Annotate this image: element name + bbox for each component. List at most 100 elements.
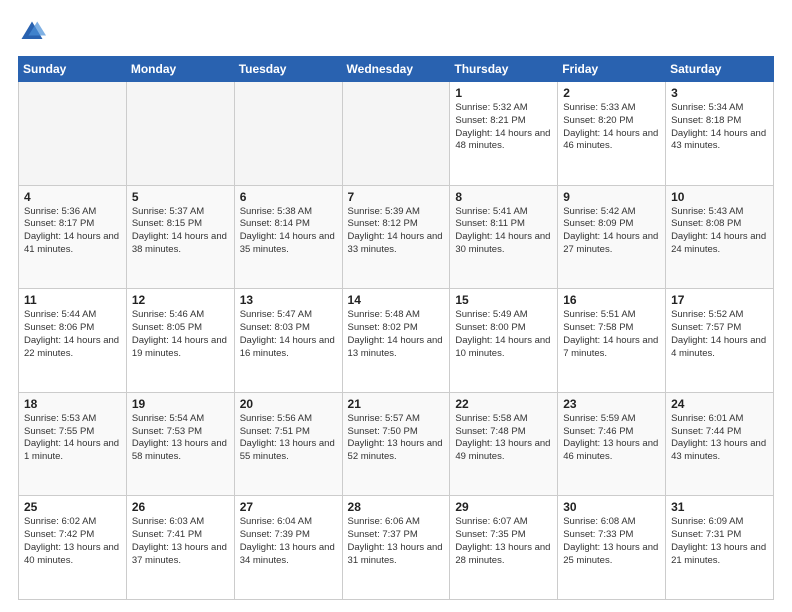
- day-number: 20: [240, 397, 337, 411]
- day-info: Sunrise: 5:42 AMSunset: 8:09 PMDaylight:…: [563, 206, 660, 257]
- calendar-cell: 31 Sunrise: 6:09 AMSunset: 7:31 PMDayligh…: [666, 496, 774, 600]
- day-number: 25: [24, 500, 121, 514]
- day-number: 14: [348, 293, 445, 307]
- day-number: 8: [455, 190, 552, 204]
- day-info: Sunrise: 6:06 AMSunset: 7:37 PMDaylight:…: [348, 516, 445, 567]
- day-info: Sunrise: 6:04 AMSunset: 7:39 PMDaylight:…: [240, 516, 337, 567]
- day-info: Sunrise: 5:32 AMSunset: 8:21 PMDaylight:…: [455, 102, 552, 153]
- day-number: 6: [240, 190, 337, 204]
- day-info: Sunrise: 5:33 AMSunset: 8:20 PMDaylight:…: [563, 102, 660, 153]
- day-info: Sunrise: 5:57 AMSunset: 7:50 PMDaylight:…: [348, 413, 445, 464]
- calendar-cell: 12 Sunrise: 5:46 AMSunset: 8:05 PMDayligh…: [126, 289, 234, 393]
- calendar-cell: 7Sunrise: 5:39 AMSunset: 8:12 PMDaylight…: [342, 185, 450, 289]
- day-info: Sunrise: 5:41 AMSunset: 8:11 PMDaylight:…: [455, 206, 552, 257]
- calendar-week-1: 1 Sunrise: 5:32 AMSunset: 8:21 PMDaylight…: [19, 82, 774, 186]
- day-info: Sunrise: 6:02 AMSunset: 7:42 PMDaylight:…: [24, 516, 121, 567]
- day-header-tuesday: Tuesday: [234, 57, 342, 82]
- calendar-cell: 11 Sunrise: 5:44 AMSunset: 8:06 PMDayligh…: [19, 289, 127, 393]
- day-number: 12: [132, 293, 229, 307]
- calendar-cell: 16Sunrise: 5:51 AMSunset: 7:58 PMDayligh…: [558, 289, 666, 393]
- day-number: 22: [455, 397, 552, 411]
- day-info: Sunrise: 5:46 AMSunset: 8:05 PMDaylight:…: [132, 309, 229, 360]
- day-number: 24: [671, 397, 768, 411]
- calendar-week-3: 11 Sunrise: 5:44 AMSunset: 8:06 PMDayligh…: [19, 289, 774, 393]
- day-header-saturday: Saturday: [666, 57, 774, 82]
- calendar-cell: 17 Sunrise: 5:52 AMSunset: 7:57 PMDayligh…: [666, 289, 774, 393]
- day-number: 15: [455, 293, 552, 307]
- calendar-cell: 6Sunrise: 5:38 AMSunset: 8:14 PMDaylight…: [234, 185, 342, 289]
- calendar-cell: 21 Sunrise: 5:57 AMSunset: 7:50 PMDayligh…: [342, 392, 450, 496]
- calendar-cell: 27Sunrise: 6:04 AMSunset: 7:39 PMDayligh…: [234, 496, 342, 600]
- calendar-cell: [342, 82, 450, 186]
- calendar-cell: 13 Sunrise: 5:47 AMSunset: 8:03 PMDayligh…: [234, 289, 342, 393]
- day-info: Sunrise: 5:36 AMSunset: 8:17 PMDaylight:…: [24, 206, 121, 257]
- day-number: 17: [671, 293, 768, 307]
- day-info: Sunrise: 5:49 AMSunset: 8:00 PMDaylight:…: [455, 309, 552, 360]
- day-number: 1: [455, 86, 552, 100]
- day-number: 23: [563, 397, 660, 411]
- calendar-cell: 18 Sunrise: 5:53 AMSunset: 7:55 PMDayligh…: [19, 392, 127, 496]
- calendar-cell: [234, 82, 342, 186]
- day-info: Sunrise: 5:52 AMSunset: 7:57 PMDaylight:…: [671, 309, 768, 360]
- day-number: 19: [132, 397, 229, 411]
- day-info: Sunrise: 5:34 AMSunset: 8:18 PMDaylight:…: [671, 102, 768, 153]
- calendar-cell: 30Sunrise: 6:08 AMSunset: 7:33 PMDayligh…: [558, 496, 666, 600]
- logo: [18, 18, 50, 46]
- calendar-cell: 23 Sunrise: 5:59 AMSunset: 7:46 PMDayligh…: [558, 392, 666, 496]
- calendar-cell: 22 Sunrise: 5:58 AMSunset: 7:48 PMDayligh…: [450, 392, 558, 496]
- calendar-cell: 19Sunrise: 5:54 AMSunset: 7:53 PMDayligh…: [126, 392, 234, 496]
- page: SundayMondayTuesdayWednesdayThursdayFrid…: [0, 0, 792, 612]
- day-number: 11: [24, 293, 121, 307]
- day-number: 10: [671, 190, 768, 204]
- day-number: 28: [348, 500, 445, 514]
- calendar-cell: 8 Sunrise: 5:41 AMSunset: 8:11 PMDaylight…: [450, 185, 558, 289]
- calendar-header-row: SundayMondayTuesdayWednesdayThursdayFrid…: [19, 57, 774, 82]
- day-number: 5: [132, 190, 229, 204]
- day-number: 3: [671, 86, 768, 100]
- day-info: Sunrise: 5:43 AMSunset: 8:08 PMDaylight:…: [671, 206, 768, 257]
- day-info: Sunrise: 5:47 AMSunset: 8:03 PMDaylight:…: [240, 309, 337, 360]
- day-info: Sunrise: 6:03 AMSunset: 7:41 PMDaylight:…: [132, 516, 229, 567]
- calendar-week-4: 18 Sunrise: 5:53 AMSunset: 7:55 PMDayligh…: [19, 392, 774, 496]
- calendar-cell: 2 Sunrise: 5:33 AMSunset: 8:20 PMDaylight…: [558, 82, 666, 186]
- calendar-cell: 5 Sunrise: 5:37 AMSunset: 8:15 PMDaylight…: [126, 185, 234, 289]
- calendar-cell: 20 Sunrise: 5:56 AMSunset: 7:51 PMDayligh…: [234, 392, 342, 496]
- day-number: 29: [455, 500, 552, 514]
- day-info: Sunrise: 5:37 AMSunset: 8:15 PMDaylight:…: [132, 206, 229, 257]
- day-info: Sunrise: 5:53 AMSunset: 7:55 PMDaylight:…: [24, 413, 121, 464]
- day-info: Sunrise: 5:56 AMSunset: 7:51 PMDaylight:…: [240, 413, 337, 464]
- day-number: 31: [671, 500, 768, 514]
- day-info: Sunrise: 5:48 AMSunset: 8:02 PMDaylight:…: [348, 309, 445, 360]
- calendar-cell: 24Sunrise: 6:01 AMSunset: 7:44 PMDayligh…: [666, 392, 774, 496]
- calendar-cell: 1 Sunrise: 5:32 AMSunset: 8:21 PMDaylight…: [450, 82, 558, 186]
- day-info: Sunrise: 5:58 AMSunset: 7:48 PMDaylight:…: [455, 413, 552, 464]
- day-number: 26: [132, 500, 229, 514]
- day-number: 9: [563, 190, 660, 204]
- day-number: 21: [348, 397, 445, 411]
- day-info: Sunrise: 5:51 AMSunset: 7:58 PMDaylight:…: [563, 309, 660, 360]
- day-info: Sunrise: 6:08 AMSunset: 7:33 PMDaylight:…: [563, 516, 660, 567]
- day-number: 4: [24, 190, 121, 204]
- calendar-cell: [126, 82, 234, 186]
- calendar-cell: 15 Sunrise: 5:49 AMSunset: 8:00 PMDayligh…: [450, 289, 558, 393]
- header: [18, 18, 774, 46]
- day-number: 2: [563, 86, 660, 100]
- day-header-sunday: Sunday: [19, 57, 127, 82]
- day-info: Sunrise: 5:59 AMSunset: 7:46 PMDaylight:…: [563, 413, 660, 464]
- day-number: 7: [348, 190, 445, 204]
- calendar-cell: 29 Sunrise: 6:07 AMSunset: 7:35 PMDayligh…: [450, 496, 558, 600]
- calendar-cell: 9 Sunrise: 5:42 AMSunset: 8:09 PMDaylight…: [558, 185, 666, 289]
- calendar: SundayMondayTuesdayWednesdayThursdayFrid…: [18, 56, 774, 600]
- calendar-cell: 28 Sunrise: 6:06 AMSunset: 7:37 PMDayligh…: [342, 496, 450, 600]
- day-info: Sunrise: 6:07 AMSunset: 7:35 PMDaylight:…: [455, 516, 552, 567]
- day-info: Sunrise: 5:44 AMSunset: 8:06 PMDaylight:…: [24, 309, 121, 360]
- day-number: 18: [24, 397, 121, 411]
- day-header-thursday: Thursday: [450, 57, 558, 82]
- logo-icon: [18, 18, 46, 46]
- day-info: Sunrise: 6:09 AMSunset: 7:31 PMDaylight:…: [671, 516, 768, 567]
- day-number: 13: [240, 293, 337, 307]
- day-header-wednesday: Wednesday: [342, 57, 450, 82]
- calendar-cell: [19, 82, 127, 186]
- calendar-week-5: 25 Sunrise: 6:02 AMSunset: 7:42 PMDayligh…: [19, 496, 774, 600]
- calendar-week-2: 4 Sunrise: 5:36 AMSunset: 8:17 PMDaylight…: [19, 185, 774, 289]
